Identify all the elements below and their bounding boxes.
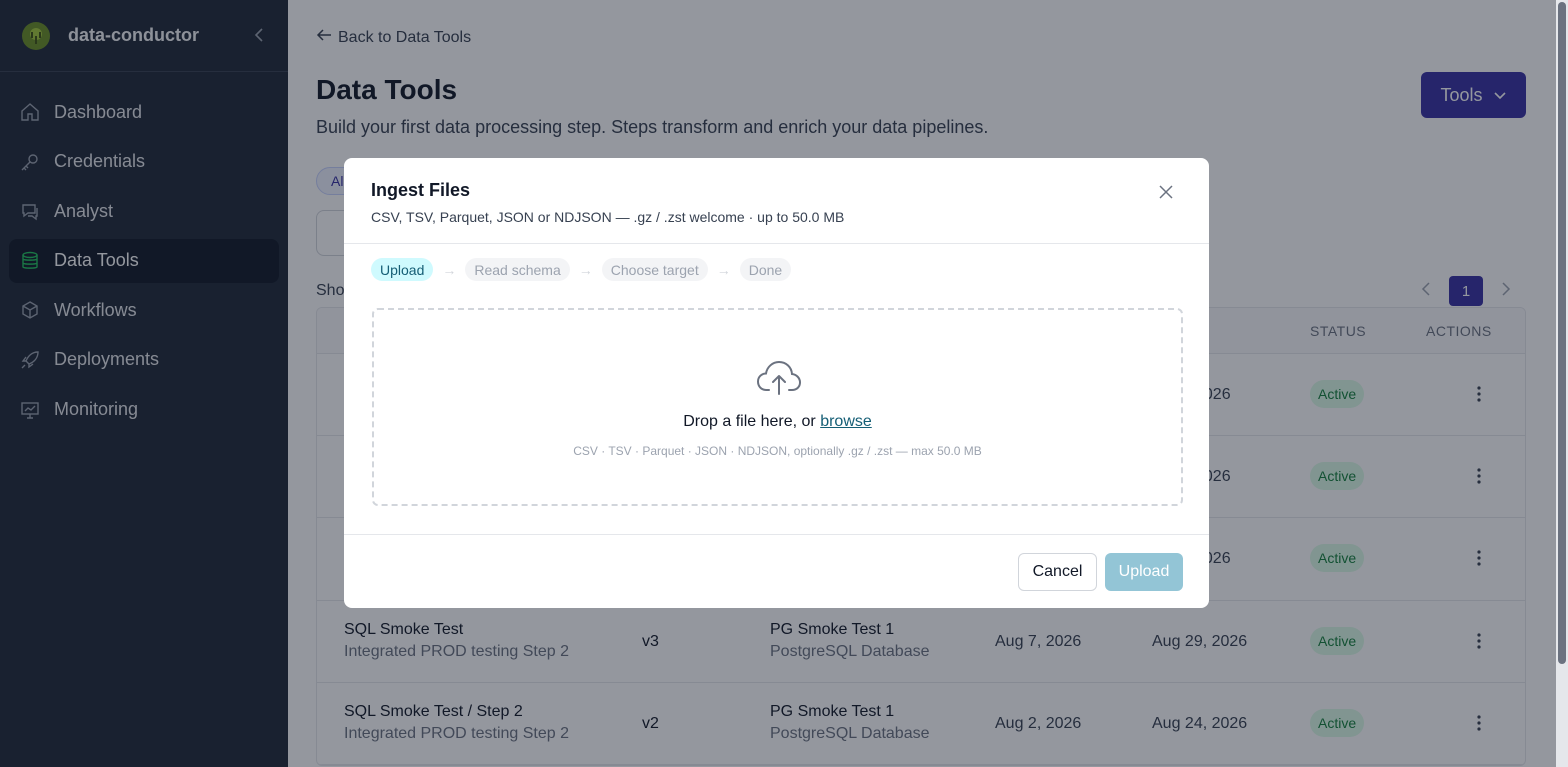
page-scrollbar[interactable] xyxy=(1556,0,1568,767)
step-upload: Upload xyxy=(371,258,434,281)
dropzone-hint: CSV · TSV · Parquet · JSON · NDJSON, opt… xyxy=(573,444,982,458)
wizard-steps: Upload → Read schema → Choose target → D… xyxy=(371,258,792,281)
cancel-button[interactable]: Cancel xyxy=(1018,553,1097,591)
dropzone-text: Drop a file here, or browse xyxy=(374,413,1181,431)
step-choose-target: Choose target xyxy=(601,258,708,281)
dialog-header: Ingest Files CSV, TSV, Parquet, JSON or … xyxy=(344,158,1209,244)
arrow-right-icon: → xyxy=(442,261,457,278)
ingest-files-dialog: Ingest Files CSV, TSV, Parquet, JSON or … xyxy=(344,158,1209,608)
dialog-footer: Cancel Upload xyxy=(344,534,1209,608)
cloud-upload-icon xyxy=(756,360,802,396)
arrow-right-icon: → xyxy=(578,261,593,278)
close-icon[interactable] xyxy=(1156,182,1176,202)
dropzone-prompt: Drop a file here, or xyxy=(683,413,816,430)
file-dropzone[interactable]: Drop a file here, or browse CSV · TSV · … xyxy=(372,308,1183,506)
dialog-title: Ingest Files xyxy=(371,180,471,200)
step-done: Done xyxy=(739,258,792,281)
browse-link[interactable]: browse xyxy=(820,413,872,430)
scrollbar-thumb[interactable] xyxy=(1558,2,1566,664)
upload-button[interactable]: Upload xyxy=(1105,553,1183,591)
step-read-schema: Read schema xyxy=(465,258,570,281)
dialog-subtitle: CSV, TSV, Parquet, JSON or NDJSON — .gz … xyxy=(371,209,845,225)
arrow-right-icon: → xyxy=(716,261,731,278)
